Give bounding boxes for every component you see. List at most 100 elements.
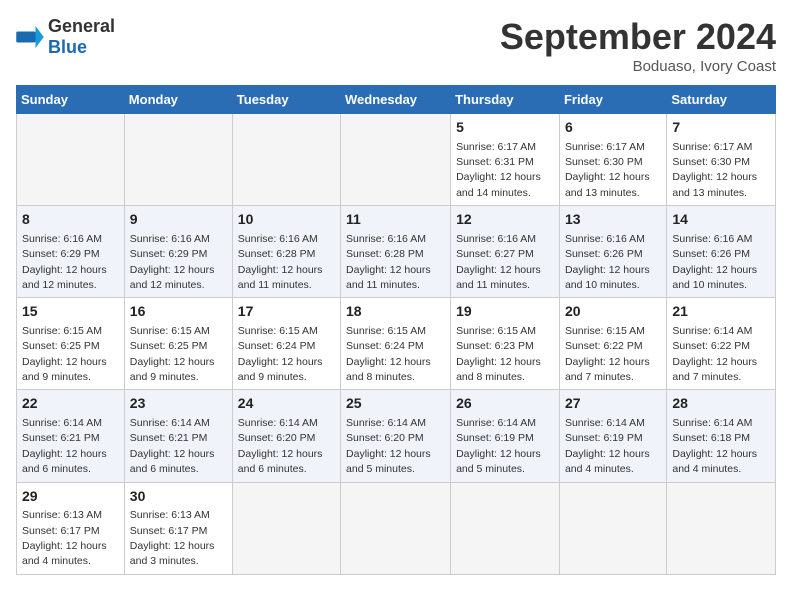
weekday-header-cell: Tuesday <box>232 86 340 114</box>
calendar-day-cell: 12Sunrise: 6:16 AMSunset: 6:27 PMDayligh… <box>451 206 560 298</box>
calendar-day-cell: 29Sunrise: 6:13 AMSunset: 6:17 PMDayligh… <box>17 482 125 574</box>
calendar-day-cell: 22Sunrise: 6:14 AMSunset: 6:21 PMDayligh… <box>17 390 125 482</box>
day-info: Sunrise: 6:15 AMSunset: 6:25 PMDaylight:… <box>130 325 215 383</box>
calendar-day-cell: 18 Sunrise: 6:15 AMSunset: 6:24 PMDayligh… <box>341 298 451 390</box>
calendar-week-row: 5 Sunrise: 6:17 AMSunset: 6:31 PMDaylight… <box>17 114 776 206</box>
day-number: 16 <box>130 302 227 322</box>
calendar-day-cell: 11 Sunrise: 6:16 AMSunset: 6:28 PMDayligh… <box>341 206 451 298</box>
calendar-day-cell: 28 Sunrise: 6:14 AMSunset: 6:18 PMDayligh… <box>667 390 776 482</box>
calendar-day-cell <box>667 482 776 574</box>
logo: General Blue <box>16 16 115 58</box>
calendar-body: 5 Sunrise: 6:17 AMSunset: 6:31 PMDaylight… <box>17 114 776 575</box>
day-info: Sunrise: 6:16 AMSunset: 6:29 PMDaylight:… <box>130 233 215 291</box>
day-info: Sunrise: 6:16 AMSunset: 6:26 PMDaylight:… <box>565 233 650 291</box>
calendar-week-row: 8 Sunrise: 6:16 AMSunset: 6:29 PMDaylight… <box>17 206 776 298</box>
calendar-day-cell: 8 Sunrise: 6:16 AMSunset: 6:29 PMDaylight… <box>17 206 125 298</box>
calendar-week-row: 15 Sunrise: 6:15 AMSunset: 6:25 PMDayligh… <box>17 298 776 390</box>
day-info: Sunrise: 6:14 AMSunset: 6:21 PMDaylight:… <box>22 417 107 475</box>
day-number: 6 <box>565 118 661 138</box>
day-info: Sunrise: 6:16 AMSunset: 6:28 PMDaylight:… <box>346 233 431 291</box>
day-info: Sunrise: 6:14 AMSunset: 6:19 PMDaylight:… <box>565 417 650 475</box>
calendar-week-row: 22Sunrise: 6:14 AMSunset: 6:21 PMDayligh… <box>17 390 776 482</box>
page-header: General Blue September 2024 Boduaso, Ivo… <box>16 16 776 75</box>
calendar-day-cell: 20 Sunrise: 6:15 AMSunset: 6:22 PMDayligh… <box>559 298 666 390</box>
day-number: 11 <box>346 210 445 230</box>
day-info: Sunrise: 6:17 AMSunset: 6:31 PMDaylight:… <box>456 141 541 199</box>
calendar-day-cell: 5 Sunrise: 6:17 AMSunset: 6:31 PMDaylight… <box>451 114 560 206</box>
day-info: Sunrise: 6:14 AMSunset: 6:18 PMDaylight:… <box>672 417 757 475</box>
day-number: 17 <box>238 302 335 322</box>
day-info: Sunrise: 6:15 AMSunset: 6:22 PMDaylight:… <box>565 325 650 383</box>
calendar-day-cell: 6 Sunrise: 6:17 AMSunset: 6:30 PMDaylight… <box>559 114 666 206</box>
day-info: Sunrise: 6:14 AMSunset: 6:20 PMDaylight:… <box>346 417 431 475</box>
day-number: 21 <box>672 302 770 322</box>
weekday-header-cell: Sunday <box>17 86 125 114</box>
day-number: 25 <box>346 394 445 414</box>
calendar-day-cell: 13 Sunrise: 6:16 AMSunset: 6:26 PMDayligh… <box>559 206 666 298</box>
day-info: Sunrise: 6:14 AMSunset: 6:19 PMDaylight:… <box>456 417 541 475</box>
calendar-day-cell <box>341 482 451 574</box>
day-number: 13 <box>565 210 661 230</box>
calendar-day-cell: 9 Sunrise: 6:16 AMSunset: 6:29 PMDaylight… <box>124 206 232 298</box>
calendar-day-cell: 16 Sunrise: 6:15 AMSunset: 6:25 PMDayligh… <box>124 298 232 390</box>
calendar-day-cell: 17 Sunrise: 6:15 AMSunset: 6:24 PMDayligh… <box>232 298 340 390</box>
day-number: 20 <box>565 302 661 322</box>
day-number: 7 <box>672 118 770 138</box>
calendar-day-cell: 25 Sunrise: 6:14 AMSunset: 6:20 PMDayligh… <box>341 390 451 482</box>
calendar-day-cell <box>232 482 340 574</box>
day-number: 29 <box>22 487 119 507</box>
day-info: Sunrise: 6:14 AMSunset: 6:22 PMDaylight:… <box>672 325 757 383</box>
day-number: 28 <box>672 394 770 414</box>
day-info: Sunrise: 6:15 AMSunset: 6:24 PMDaylight:… <box>238 325 323 383</box>
calendar-day-cell: 19 Sunrise: 6:15 AMSunset: 6:23 PMDayligh… <box>451 298 560 390</box>
weekday-header-cell: Thursday <box>451 86 560 114</box>
day-number: 18 <box>346 302 445 322</box>
weekday-header-row: SundayMondayTuesdayWednesdayThursdayFrid… <box>17 86 776 114</box>
day-number: 24 <box>238 394 335 414</box>
day-number: 14 <box>672 210 770 230</box>
day-number: 19 <box>456 302 554 322</box>
calendar-day-cell <box>559 482 666 574</box>
calendar-day-cell: 10 Sunrise: 6:16 AMSunset: 6:28 PMDayligh… <box>232 206 340 298</box>
location-subtitle: Boduaso, Ivory Coast <box>500 58 776 75</box>
day-number: 9 <box>130 210 227 230</box>
logo-icon <box>16 26 44 48</box>
day-info: Sunrise: 6:14 AMSunset: 6:21 PMDaylight:… <box>130 417 215 475</box>
day-info: Sunrise: 6:16 AMSunset: 6:26 PMDaylight:… <box>672 233 757 291</box>
calendar-day-cell <box>341 114 451 206</box>
calendar-day-cell <box>451 482 560 574</box>
calendar-day-cell <box>232 114 340 206</box>
day-number: 27 <box>565 394 661 414</box>
weekday-header-cell: Saturday <box>667 86 776 114</box>
calendar-day-cell: 7 Sunrise: 6:17 AMSunset: 6:30 PMDaylight… <box>667 114 776 206</box>
day-info: Sunrise: 6:15 AMSunset: 6:24 PMDaylight:… <box>346 325 431 383</box>
day-number: 5 <box>456 118 554 138</box>
day-number: 30 <box>130 487 227 507</box>
logo-blue-text: Blue <box>48 37 87 57</box>
day-info: Sunrise: 6:16 AMSunset: 6:27 PMDaylight:… <box>456 233 541 291</box>
weekday-header-cell: Monday <box>124 86 232 114</box>
day-info: Sunrise: 6:15 AMSunset: 6:25 PMDaylight:… <box>22 325 107 383</box>
day-info: Sunrise: 6:16 AMSunset: 6:28 PMDaylight:… <box>238 233 323 291</box>
day-info: Sunrise: 6:13 AMSunset: 6:17 PMDaylight:… <box>22 509 107 567</box>
day-number: 8 <box>22 210 119 230</box>
day-info: Sunrise: 6:15 AMSunset: 6:23 PMDaylight:… <box>456 325 541 383</box>
title-area: September 2024 Boduaso, Ivory Coast <box>500 16 776 75</box>
calendar-week-row: 29Sunrise: 6:13 AMSunset: 6:17 PMDayligh… <box>17 482 776 574</box>
day-number: 15 <box>22 302 119 322</box>
day-info: Sunrise: 6:17 AMSunset: 6:30 PMDaylight:… <box>565 141 650 199</box>
calendar-day-cell <box>17 114 125 206</box>
logo-general-text: General <box>48 16 115 36</box>
calendar-day-cell: 21 Sunrise: 6:14 AMSunset: 6:22 PMDayligh… <box>667 298 776 390</box>
calendar-day-cell: 26Sunrise: 6:14 AMSunset: 6:19 PMDayligh… <box>451 390 560 482</box>
calendar-day-cell: 30Sunrise: 6:13 AMSunset: 6:17 PMDayligh… <box>124 482 232 574</box>
weekday-header-cell: Friday <box>559 86 666 114</box>
day-info: Sunrise: 6:16 AMSunset: 6:29 PMDaylight:… <box>22 233 107 291</box>
calendar-day-cell: 27 Sunrise: 6:14 AMSunset: 6:19 PMDayligh… <box>559 390 666 482</box>
calendar-day-cell: 14 Sunrise: 6:16 AMSunset: 6:26 PMDayligh… <box>667 206 776 298</box>
day-number: 10 <box>238 210 335 230</box>
calendar-day-cell: 24Sunrise: 6:14 AMSunset: 6:20 PMDayligh… <box>232 390 340 482</box>
day-number: 23 <box>130 394 227 414</box>
weekday-header-cell: Wednesday <box>341 86 451 114</box>
day-info: Sunrise: 6:17 AMSunset: 6:30 PMDaylight:… <box>672 141 757 199</box>
